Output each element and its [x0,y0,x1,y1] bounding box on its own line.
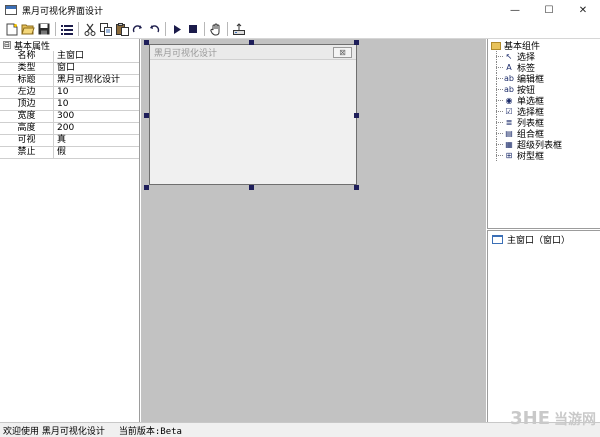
toolbar-separator [204,22,205,36]
run-icon[interactable] [170,22,184,36]
collapse-toggle[interactable]: ⊟ [3,41,11,49]
property-value[interactable]: 主窗口 [54,51,139,63]
toolbar [0,20,600,39]
design-canvas[interactable]: 黑月可视化设计 ⊠ [141,39,486,422]
open-folder-icon[interactable] [21,22,35,36]
copy-icon[interactable] [99,22,113,36]
component-toolbox: 基本组件 ↖ 选择 A 标签 ab 编辑框 ab 按钮 ◉ 单选框 ☑ 选择框 ≣ 列表框 ▤ 组合框 ▦ 超级列… [487,39,600,229]
property-key: 类型 [0,63,54,75]
listbox-icon: ≣ [505,118,513,127]
property-value[interactable]: 10 [54,99,139,111]
property-value[interactable]: 黑月可视化设计 [54,75,139,87]
toolbox-root[interactable]: 基本组件 [488,40,600,52]
checkbox-icon: ☑ [505,107,513,116]
watermark: 3HE 当游网 [510,408,596,429]
property-row[interactable]: 高度 200 [0,123,139,135]
resize-handle[interactable] [354,185,359,190]
status-welcome: 欢迎使用 黑月可视化设计 [3,426,105,437]
watermark-logo: 3HE [510,408,550,429]
property-panel: ⊟ 基本属性 名称 主窗口 类型 窗口 标题 黑月可视化设计 左边 10 顶边 10 宽度 300 高度… [0,39,140,422]
property-key: 可视 [0,135,54,147]
paste-icon[interactable] [115,22,129,36]
editbox-icon: ab [504,74,514,83]
hand-icon[interactable] [209,22,223,36]
radio-icon: ◉ [505,96,513,105]
resize-handle[interactable] [354,40,359,45]
label-a-icon: A [506,63,512,72]
property-value[interactable]: 10 [54,87,139,99]
object-tree-item[interactable]: 主窗口（窗口） [488,233,600,246]
property-key: 左边 [0,87,54,99]
property-group-header[interactable]: ⊟ 基本属性 [0,39,139,52]
property-grid: 名称 主窗口 类型 窗口 标题 黑月可视化设计 左边 10 顶边 10 宽度 300 高度 200 可视真禁… [0,51,139,159]
arrow-cursor-icon: ↖ [505,52,513,61]
status-version: 当前版本:Beta [118,426,182,437]
property-row[interactable]: 宽度 300 [0,111,139,123]
designed-window-close-icon: ⊠ [333,47,352,58]
cut-icon[interactable] [83,22,97,36]
object-tree-item-label: 主窗口（窗口） [507,235,571,246]
property-row[interactable]: 禁止假 [0,147,139,159]
treeview-icon: ⊞ [505,151,513,160]
export-icon[interactable] [232,22,246,36]
property-key: 宽度 [0,111,54,123]
property-value[interactable]: 假 [54,147,139,159]
toolbar-separator [78,22,79,36]
property-row[interactable]: 类型 窗口 [0,63,139,75]
property-key: 顶边 [0,99,54,111]
resize-handle[interactable] [144,113,149,118]
folder-open-icon [491,41,501,50]
property-key: 标题 [0,75,54,87]
close-button[interactable]: ✕ [566,0,600,20]
property-row[interactable]: 左边 10 [0,87,139,99]
property-row[interactable]: 标题 黑月可视化设计 [0,75,139,87]
resize-handle[interactable] [249,185,254,190]
property-value[interactable]: 200 [54,123,139,135]
property-row[interactable]: 名称 主窗口 [0,51,139,63]
undo-icon[interactable] [147,22,161,36]
list-icon[interactable] [60,22,74,36]
toolbar-separator [55,22,56,36]
designed-window-title: 黑月可视化设计 [154,48,218,59]
toolbar-separator [227,22,228,36]
designed-window-caption: 黑月可视化设计 ⊠ [150,45,356,60]
property-row[interactable]: 顶边 10 [0,99,139,111]
save-icon[interactable] [37,22,51,36]
property-value[interactable]: 300 [54,111,139,123]
property-key: 禁止 [0,147,54,159]
maximize-button[interactable]: ☐ [532,0,566,20]
window-title: 黑月可视化界面设计 [22,6,104,17]
property-value[interactable]: 窗口 [54,63,139,75]
resize-handle[interactable] [144,40,149,45]
app-window-icon [5,5,17,15]
property-group-label: 基本属性 [14,41,51,52]
minimize-button[interactable]: — [498,0,532,20]
toolbox-item[interactable]: ab 编辑框 [488,73,600,85]
designed-window[interactable]: 黑月可视化设计 ⊠ [149,44,357,185]
new-file-icon[interactable] [5,22,19,36]
combobox-icon: ▤ [505,129,513,138]
resize-handle[interactable] [249,40,254,45]
property-key: 高度 [0,123,54,135]
title-bar: 黑月可视化界面设计 — ☐ ✕ [0,0,600,20]
toolbox-item[interactable]: ⊞ 树型框 [488,150,600,162]
property-key: 名称 [0,51,54,63]
button-icon: ab [504,85,514,94]
window-controls: — ☐ ✕ [498,0,600,20]
stop-icon[interactable] [186,22,200,36]
toolbox-item-label: 树型框 [517,152,545,162]
toolbar-separator [165,22,166,36]
window-icon [492,234,503,244]
property-row[interactable]: 可视真 [0,135,139,147]
toolbox-item[interactable]: ↖ 选择 [488,51,600,63]
listview-icon: ▦ [505,140,513,149]
watermark-text: 当游网 [554,411,596,428]
resize-handle[interactable] [144,185,149,190]
redo-icon[interactable] [131,22,145,36]
object-tree: 主窗口（窗口） [487,230,600,422]
property-value[interactable]: 真 [54,135,139,147]
resize-handle[interactable] [354,113,359,118]
